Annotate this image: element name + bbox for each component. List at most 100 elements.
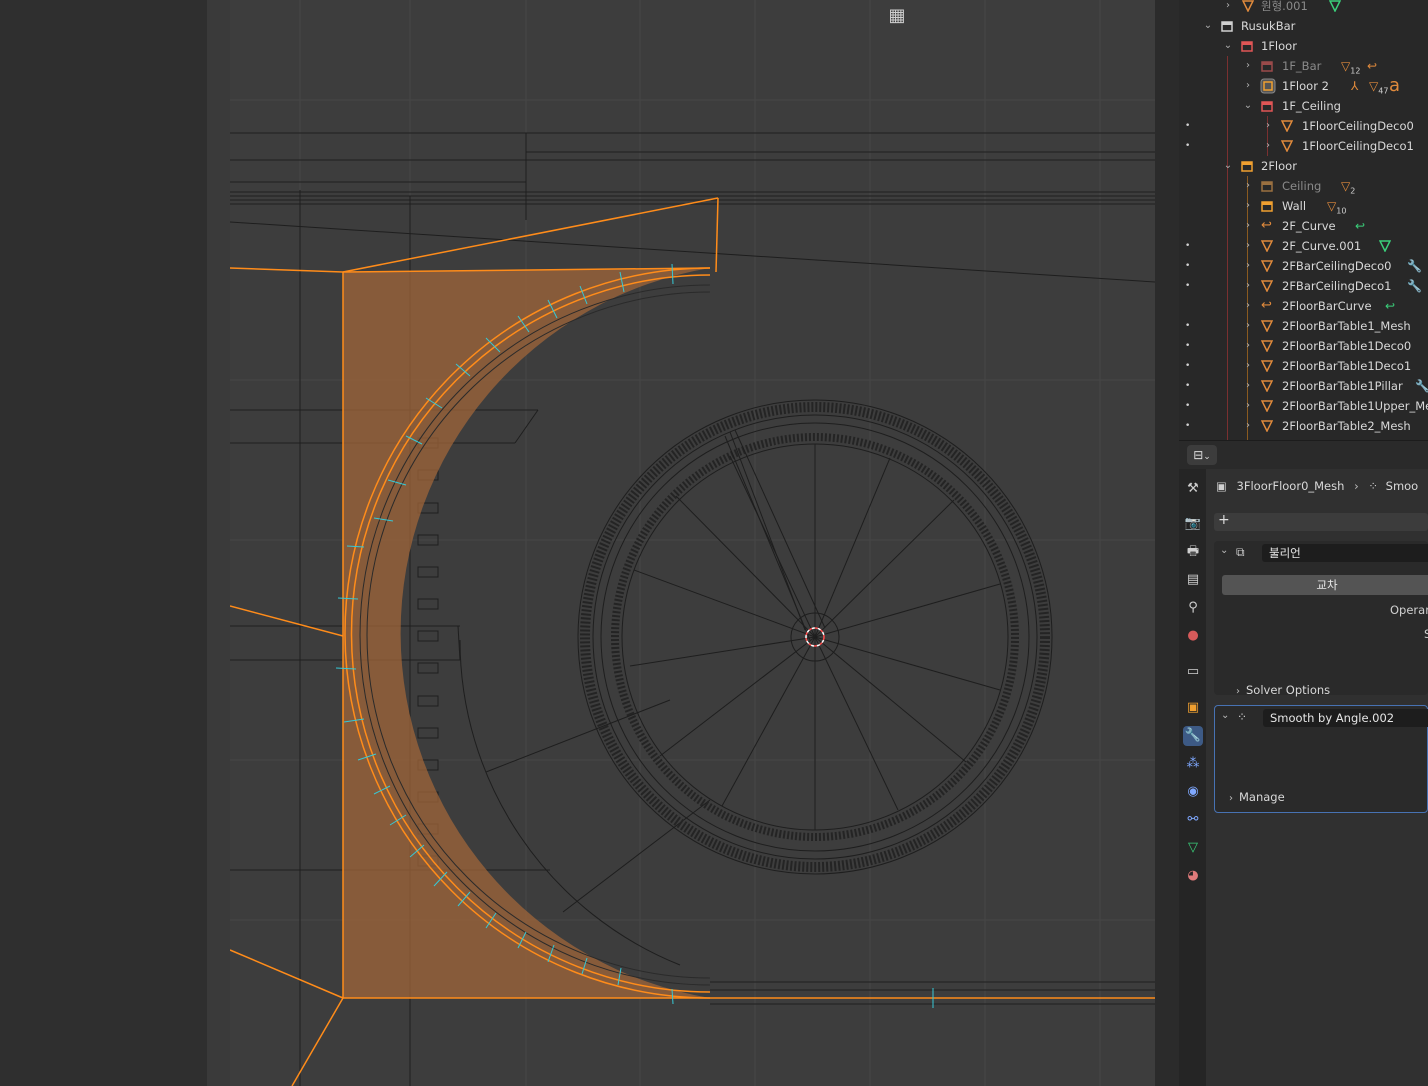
outliner-row-collection[interactable]: ⌄ 1Floor <box>1179 36 1428 56</box>
constraints-tab-icon[interactable]: ⚯ <box>1183 810 1203 830</box>
object-icon: ▣ <box>1216 479 1227 493</box>
properties-editor-icon: ⊟ <box>1193 448 1204 462</box>
outliner-row[interactable]: • › 2FloorBarTable1_Mesh <box>1179 316 1428 336</box>
collection-tab-icon[interactable]: ▭ <box>1183 662 1203 682</box>
breadcrumb: ▣ 3FloorFloor0_Mesh › ⁘ Smoo <box>1216 477 1418 495</box>
armature-icon: ⅄ <box>1351 79 1359 93</box>
collection-icon <box>1241 41 1253 52</box>
wrench-icon: 🔧 <box>1415 376 1428 396</box>
outliner[interactable]: › 원형.001 ⌄ RusukBar ⌄ 1Floor › 1F_Bar ▽1… <box>1179 0 1428 441</box>
boolean-modifier-panel: ⌄ ⧉ 불리언 교차 Operan S ›Solver Options <box>1214 541 1428 697</box>
properties-main: ▣ 3FloorFloor0_Mesh › ⁘ Smoo + ⌄ ⧉ 불리언 교… <box>1206 469 1428 1086</box>
mesh-icon <box>1281 140 1293 152</box>
outliner-row[interactable]: › ↩ 2FloorBarCurve ↩ <box>1179 296 1428 316</box>
chevron-right-icon: › <box>1354 479 1359 493</box>
wrench-icon: 🔧 <box>1407 259 1422 273</box>
viewport-gutter <box>207 0 230 1086</box>
chevron-down-icon[interactable]: ⌄ <box>1220 545 1228 556</box>
outliner-row[interactable]: › 원형.001 <box>1179 0 1428 16</box>
scene-tab-icon[interactable]: ⚲ <box>1183 598 1203 618</box>
solver-options-subpanel[interactable]: › Solver Options <box>1236 683 1330 697</box>
manage-subpanel[interactable]: › Manage <box>1229 790 1285 804</box>
mesh-data-icon <box>1379 240 1391 252</box>
editor-type-dropdown[interactable]: ⊟⌄ <box>1187 445 1217 465</box>
outliner-row[interactable]: • › 2FloorBarTable1Deco1 <box>1179 356 1428 376</box>
outliner-row-collection[interactable]: › 1F_Bar ▽12 ↩ <box>1179 56 1428 76</box>
curve-data-icon: ↩ <box>1355 219 1366 233</box>
outliner-row[interactable]: • › 2FloorBarTable1Upper_Mesh <box>1179 396 1428 416</box>
collection-icon <box>1261 61 1273 72</box>
operand-label: Operan <box>1390 603 1428 617</box>
material-tab-icon[interactable]: ◕ <box>1183 866 1203 886</box>
outliner-row[interactable]: • › 1FloorCeilingDeco1 <box>1179 136 1428 156</box>
outliner-row[interactable]: • › 2F_Curve.001 <box>1179 236 1428 256</box>
chevron-down-icon[interactable]: ⌄ <box>1221 710 1229 721</box>
mesh-icon <box>1242 0 1254 12</box>
breadcrumb-modifier: Smoo <box>1385 479 1419 493</box>
outliner-row-collection[interactable]: ⌄ 1F_Ceiling <box>1179 96 1428 116</box>
outliner-row-collection[interactable]: › Wall ▽10 <box>1179 196 1428 216</box>
mesh-icon <box>1261 340 1273 352</box>
properties-header: ⊟⌄ <box>1179 441 1428 469</box>
curve-icon: ↩ <box>1261 298 1272 313</box>
mesh-icon <box>1281 120 1293 132</box>
smooth-by-angle-panel: ⌄ ⁘ Smooth by Angle.002 › Manage <box>1214 705 1428 813</box>
mesh-data-tab-icon[interactable]: ▽ <box>1183 838 1203 858</box>
text-object-icon: a <box>1389 75 1401 96</box>
outliner-row[interactable]: • › 2FloorBarTable2_Mesh <box>1179 416 1428 436</box>
properties-tabs: ⚒ 📷 🖶 ▤ ⚲ ● ▭ ▣ 🔧 ⁂ ◉ ⚯ ▽ ◕ <box>1179 469 1206 1086</box>
view-layer-tab-icon[interactable]: ▤ <box>1183 570 1203 590</box>
mesh-icon <box>1261 240 1273 252</box>
outliner-row-collection[interactable]: › Ceiling ▽2 <box>1179 176 1428 196</box>
outliner-row[interactable]: › ↩ 2F_Curve ↩ <box>1179 216 1428 236</box>
collection-icon <box>1261 201 1273 212</box>
outliner-row-collection[interactable]: ⌄ RusukBar <box>1179 16 1428 36</box>
boolean-panel-header[interactable]: ⌄ ⧉ 불리언 <box>1214 541 1428 567</box>
modifier-name-field[interactable]: Smooth by Angle.002 <box>1263 709 1428 727</box>
smooth-panel-header[interactable]: ⌄ ⁘ Smooth by Angle.002 <box>1215 706 1428 732</box>
mesh-icon <box>1261 400 1273 412</box>
physics-tab-icon[interactable]: ◉ <box>1183 782 1203 802</box>
tool-tab-icon[interactable]: ⚒ <box>1183 479 1203 499</box>
chevron-right-icon: › <box>1229 793 1233 804</box>
modifier-name-field[interactable]: 불리언 <box>1262 544 1428 562</box>
modifier-icon: ⁘ <box>1368 479 1378 493</box>
collection-icon <box>1260 78 1276 94</box>
outliner-row[interactable]: • › 2FBarCeilingDeco0 🔧 <box>1179 256 1428 276</box>
3d-viewport[interactable]: ▦ <box>230 0 1155 1086</box>
outliner-row-collection[interactable]: › 1Floor 2 ⅄ ▽47 a <box>1179 76 1428 96</box>
object-tab-icon[interactable]: ▣ <box>1183 698 1203 718</box>
add-modifier-button[interactable]: + <box>1214 512 1428 531</box>
outliner-row[interactable]: • › 2FloorBarTable1Deco0 <box>1179 336 1428 356</box>
collection-icon <box>1241 161 1253 172</box>
mesh-icon <box>1261 280 1273 292</box>
mesh-icon <box>1261 420 1273 432</box>
area-separator <box>1155 0 1179 1086</box>
world-tab-icon[interactable]: ● <box>1183 626 1203 646</box>
outliner-row-collection[interactable]: ⌄ 2Floor <box>1179 156 1428 176</box>
mesh-icon <box>1261 260 1273 272</box>
particles-tab-icon[interactable]: ⁂ <box>1183 754 1203 774</box>
mesh-icon <box>1261 320 1273 332</box>
left-empty-area <box>0 0 207 1086</box>
output-tab-icon[interactable]: 🖶 <box>1183 542 1203 562</box>
solver-label: S <box>1424 627 1428 641</box>
geometry-nodes-icon: ⁘ <box>1237 710 1248 724</box>
viewport-scene <box>230 0 1155 1086</box>
mesh-data-icon <box>1329 0 1341 12</box>
outliner-row[interactable]: • › 1FloorCeilingDeco0 <box>1179 116 1428 136</box>
grid-icon[interactable]: ▦ <box>886 5 908 27</box>
boolean-icon: ⧉ <box>1236 545 1245 559</box>
render-tab-icon[interactable]: 📷 <box>1183 514 1203 534</box>
mesh-icon <box>1261 360 1273 372</box>
curve-icon: ↩ <box>1261 218 1272 233</box>
mesh-icon <box>1261 380 1273 392</box>
chevron-down-icon: ⌄ <box>1203 452 1211 462</box>
intersect-button[interactable]: 교차 <box>1222 575 1428 595</box>
modifier-tab-icon[interactable]: 🔧 <box>1183 726 1203 746</box>
outliner-row[interactable]: • › 2FBarCeilingDeco1 🔧 <box>1179 276 1428 296</box>
outliner-row[interactable]: • › 2FloorBarTable1Pillar 🔧 <box>1179 376 1428 396</box>
chevron-right-icon: › <box>1236 686 1240 697</box>
collection-icon <box>1221 21 1233 32</box>
breadcrumb-object: 3FloorFloor0_Mesh <box>1236 479 1345 493</box>
